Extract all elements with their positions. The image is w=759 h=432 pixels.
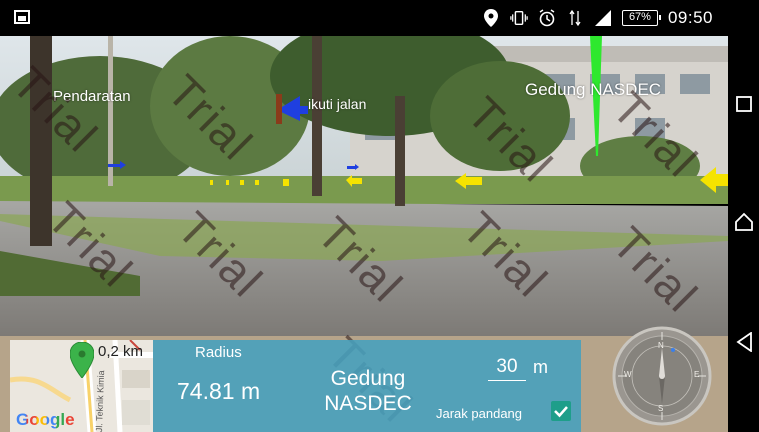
map-street-label: Jl. Teknik Kimia — [94, 370, 107, 432]
vibrate-icon — [510, 9, 528, 27]
device-screen: 67% 09:50 Pendaratan ikuti jalan Gedung … — [0, 0, 759, 432]
compass-east: E — [694, 370, 700, 379]
back-icon[interactable] — [736, 331, 752, 357]
location-icon — [482, 9, 500, 27]
alarm-icon — [538, 9, 556, 27]
signal-icon — [594, 9, 612, 27]
battery-indicator: 67% — [621, 10, 661, 26]
recents-icon[interactable] — [736, 96, 752, 117]
ar-label-ikuti-jalan[interactable]: ikuti jalan — [308, 96, 366, 112]
map-scale-distance: 0,2 km — [98, 343, 144, 360]
compass-south: S — [658, 404, 664, 413]
google-logo: Google — [16, 410, 75, 429]
compass-north: N — [658, 341, 664, 350]
map-pin-icon[interactable] — [69, 341, 95, 383]
info-panel: Radius 74.81 m Gedung NASDEC 30 m Jarak … — [153, 340, 581, 432]
visibility-label: Jarak pandang — [436, 406, 523, 421]
target-name-line2: NASDEC — [324, 392, 412, 415]
visibility-checkbox[interactable] — [551, 401, 571, 421]
data-transfer-icon — [566, 9, 584, 27]
range-input[interactable]: 30 — [488, 356, 526, 381]
range-unit: m — [533, 357, 548, 377]
navigation-bar — [728, 36, 759, 432]
target-name-line1: Gedung — [330, 367, 406, 390]
compass-west: W — [624, 370, 632, 379]
radius-label: Radius — [195, 344, 242, 361]
status-bar: 67% 09:50 — [0, 0, 759, 36]
home-icon[interactable] — [734, 212, 754, 237]
compass[interactable]: N E S W — [612, 326, 712, 426]
gallery-notification-icon — [14, 10, 30, 24]
direction-marker-icon — [276, 94, 308, 124]
target-name: Gedung NASDEC — [313, 366, 423, 416]
radius-value: 74.81 m — [177, 378, 261, 404]
checkmark-icon — [554, 406, 568, 418]
clock: 09:50 — [667, 8, 713, 27]
mini-map[interactable]: 0,2 km Jl. Teknik Kimia Google — [10, 340, 153, 432]
